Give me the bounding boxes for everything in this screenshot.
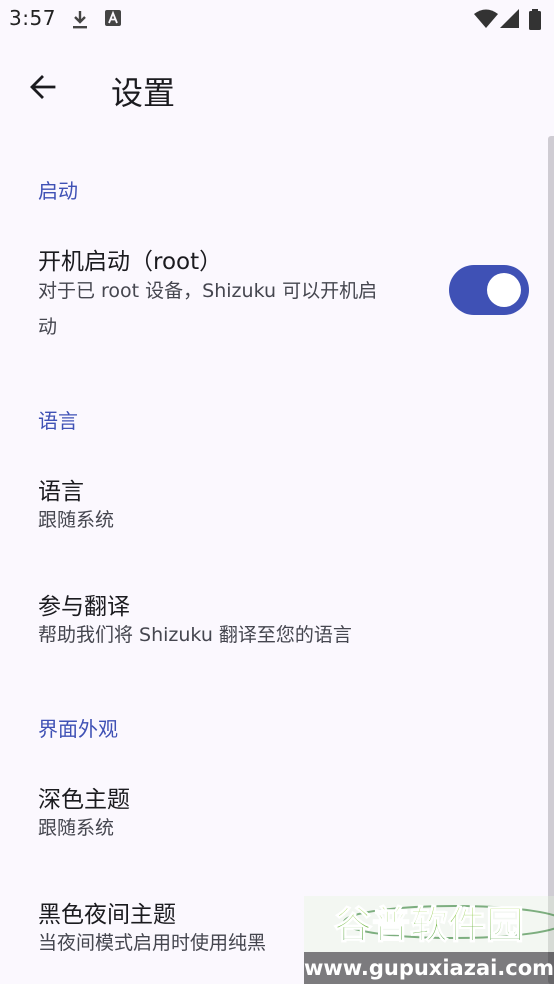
- pref-language[interactable]: 语言 跟随系统: [0, 460, 548, 560]
- svg-text:谷普软件园: 谷普软件园: [334, 903, 524, 947]
- pref-summary: 跟随系统: [38, 509, 115, 531]
- scrollbar[interactable]: [548, 136, 554, 984]
- settings-screen: 3:57 设置 启动 开机启动（root） 对于已 root 设备，Shizuk: [0, 0, 554, 984]
- pref-title: 开机启动（root）: [38, 249, 223, 275]
- boot-start-switch[interactable]: [449, 265, 529, 315]
- watermark: 谷普软件园 www.gupuxiazai.com: [304, 896, 554, 984]
- wifi-icon: [474, 9, 498, 33]
- back-button[interactable]: [20, 66, 66, 112]
- arrow-left-icon: [29, 73, 57, 105]
- section-header-startup: 启动: [38, 179, 78, 203]
- section-header-appearance: 界面外观: [38, 717, 118, 741]
- status-bar: 3:57: [0, 0, 554, 38]
- pref-summary: 对于已 root 设备，Shizuku 可以开机启: [38, 280, 378, 302]
- pref-summary-continued: 动: [38, 316, 58, 338]
- pref-dark-theme[interactable]: 深色主题 跟随系统: [0, 768, 548, 868]
- pref-summary: 当夜间模式启用时使用纯黑: [38, 932, 267, 954]
- battery-icon: [528, 9, 542, 35]
- pref-summary: 跟随系统: [38, 817, 115, 839]
- pref-summary: 帮助我们将 Shizuku 翻译至您的语言: [38, 624, 352, 646]
- watermark-url: www.gupuxiazai.com: [304, 952, 554, 984]
- page-title: 设置: [111, 74, 176, 112]
- app-bar: 设置: [0, 54, 554, 124]
- text-a-icon: [104, 9, 122, 31]
- pref-title: 深色主题: [38, 787, 130, 813]
- pref-title: 参与翻译: [38, 594, 130, 620]
- watermark-logo: 谷普软件园: [304, 896, 554, 952]
- section-header-language: 语言: [38, 409, 78, 433]
- pref-title: 黑色夜间主题: [38, 902, 176, 928]
- pref-translate[interactable]: 参与翻译 帮助我们将 Shizuku 翻译至您的语言: [0, 575, 548, 675]
- signal-icon: [500, 9, 520, 33]
- pref-title: 语言: [38, 479, 84, 505]
- download-icon: [70, 9, 90, 35]
- status-time: 3:57: [9, 6, 56, 30]
- switch-thumb: [487, 273, 521, 307]
